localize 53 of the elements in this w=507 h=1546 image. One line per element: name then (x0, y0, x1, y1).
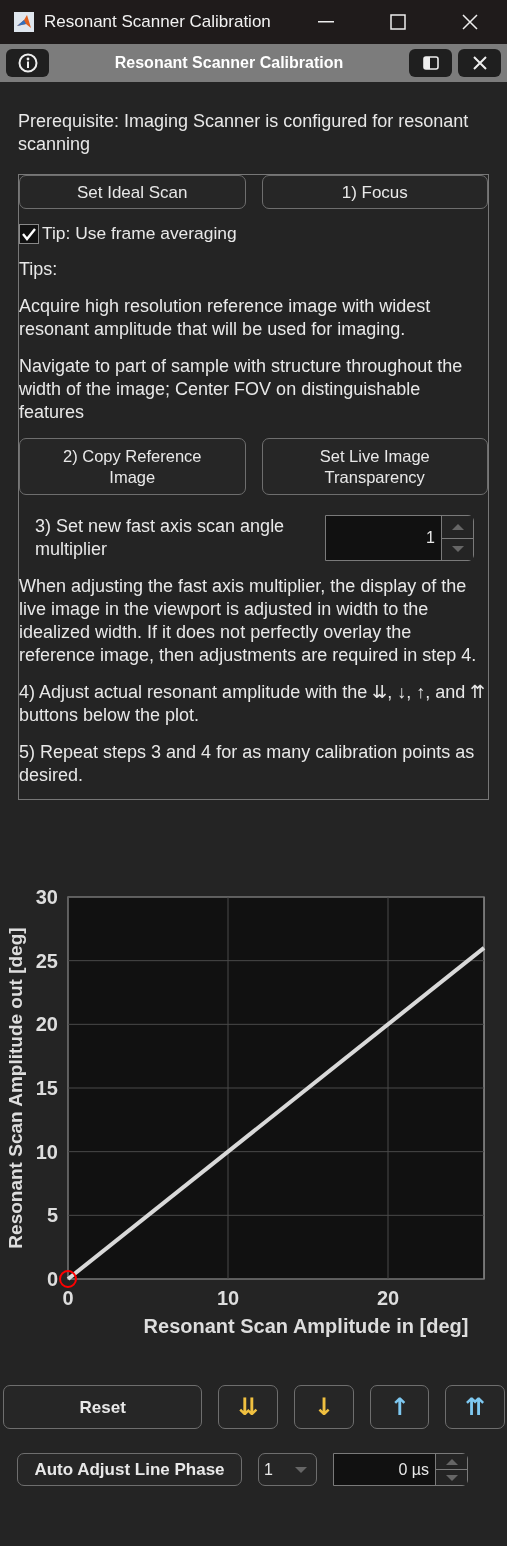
spin-down-icon[interactable] (444, 1473, 459, 1482)
minimize-icon (318, 21, 334, 23)
close-icon (472, 56, 487, 70)
instruction-text: When adjusting the fast axis multiplier, the display of the live image in the viewport is adjusted in width to the idealized width. If it does not perfectly overlay the reference image, then adjustments are required in step 4. (19, 575, 478, 667)
maximize-icon (390, 14, 406, 30)
spin-up-icon[interactable] (444, 1457, 459, 1466)
checkbox-label: Tip: Use frame averaging (42, 223, 237, 244)
tips-heading: Tips: (19, 258, 59, 281)
y-axis-label: Resonant Scan Amplitude out [deg] (5, 927, 26, 1249)
info-button[interactable] (6, 49, 49, 77)
panel-button[interactable]: 2) Copy Reference Image (19, 438, 246, 495)
window-title: Resonant Scanner Calibration (44, 12, 272, 32)
info-icon (17, 53, 38, 73)
y-tick-label: 0 (46, 1268, 58, 1290)
multiplier-spinner[interactable]: 1 (325, 515, 474, 561)
tip-checkbox[interactable] (19, 223, 39, 244)
adjust-button[interactable]: ↑ (369, 1385, 430, 1429)
instruction-text: 4) Adjust actual resonant amplitude with the ⇊, ↓, ↑, and ⇈ buttons below the plot. (19, 681, 487, 727)
y-tick-label: 5 (46, 1204, 58, 1227)
y-tick-label: 15 (35, 1077, 58, 1099)
panel-button[interactable]: 1) Focus (261, 175, 488, 209)
auto-adjust-button[interactable]: Auto Adjust Line Phase (17, 1453, 242, 1486)
tip-text: Acquire high resolution reference image with widest resonant amplitude that will be used for imaging. (19, 295, 432, 341)
y-tick-label: 10 (35, 1140, 58, 1163)
panel-button[interactable]: Set Live Image Transparency (261, 438, 488, 495)
adjust-button[interactable]: ⇈ (445, 1385, 505, 1429)
spin-down-icon[interactable] (450, 545, 465, 554)
prerequisite-text: Prerequisite: Imaging Scanner is configured for resonant scanning (18, 110, 470, 156)
spin-up-icon[interactable] (450, 522, 465, 531)
dropdown-caret-icon[interactable] (294, 1465, 308, 1474)
x-tick-label: 0 (62, 1287, 74, 1309)
step-dropdown[interactable]: 1 (258, 1453, 317, 1486)
panel-title: Resonant Scanner Calibration (113, 54, 345, 72)
line-phase-spinner[interactable]: 0 µs (333, 1453, 468, 1486)
data-point-marker (59, 1270, 77, 1288)
y-tick-label: 25 (35, 949, 58, 972)
app-icon (14, 12, 34, 32)
x-tick-label: 20 (376, 1287, 400, 1309)
adjust-button[interactable]: ⇊ (218, 1385, 279, 1429)
y-tick-label: 20 (35, 1013, 58, 1036)
instruction-text: 5) Repeat steps 3 and 4 for as many calibration points as desired. (19, 741, 476, 787)
panel-icon (422, 56, 439, 70)
panel-button[interactable]: Set Ideal Scan (19, 175, 246, 209)
close-icon (462, 14, 478, 30)
y-tick-label: 30 (35, 886, 58, 908)
x-axis-label: Resonant Scan Amplitude in [deg] (143, 1315, 469, 1337)
x-tick-label: 10 (216, 1287, 240, 1309)
reset-button[interactable]: Reset (3, 1385, 203, 1429)
multiplier-label: 3) Set new fast axis scan angle multiplier (35, 515, 286, 561)
adjust-button[interactable]: ↓ (294, 1385, 354, 1429)
close-button[interactable] (458, 49, 501, 77)
dock-button[interactable] (409, 49, 452, 77)
tip-text: Navigate to part of sample with structure throughout the width of the image; Center FOV on distinguishable features (19, 355, 464, 424)
